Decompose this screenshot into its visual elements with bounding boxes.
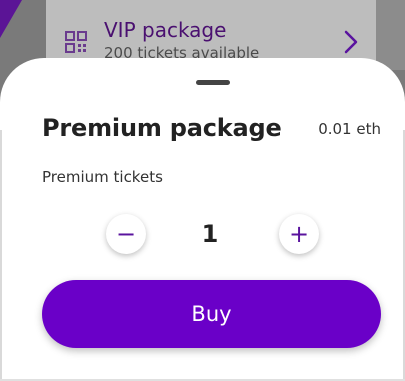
chevron-right-icon	[344, 30, 358, 54]
plus-icon: +	[288, 220, 310, 248]
background-accent	[0, 0, 22, 38]
tickets-label: Premium tickets	[42, 168, 163, 186]
screen: VIP package 200 tickets available Premiu…	[0, 0, 405, 381]
buy-button-label: Buy	[191, 302, 232, 326]
package-price: 0.01 eth	[318, 120, 381, 138]
qr-code-icon	[65, 31, 87, 53]
minus-icon: −	[115, 220, 137, 248]
sheet-drag-handle[interactable]	[196, 80, 230, 85]
decrease-quantity-button[interactable]: −	[106, 214, 146, 254]
vip-package-title: VIP package	[104, 18, 227, 42]
background-strip	[376, 0, 405, 70]
buy-button[interactable]: Buy	[42, 280, 381, 348]
increase-quantity-button[interactable]: +	[279, 214, 319, 254]
package-title: Premium package	[42, 114, 282, 142]
sheet-border-left	[0, 130, 2, 381]
quantity-value: 1	[201, 220, 219, 248]
